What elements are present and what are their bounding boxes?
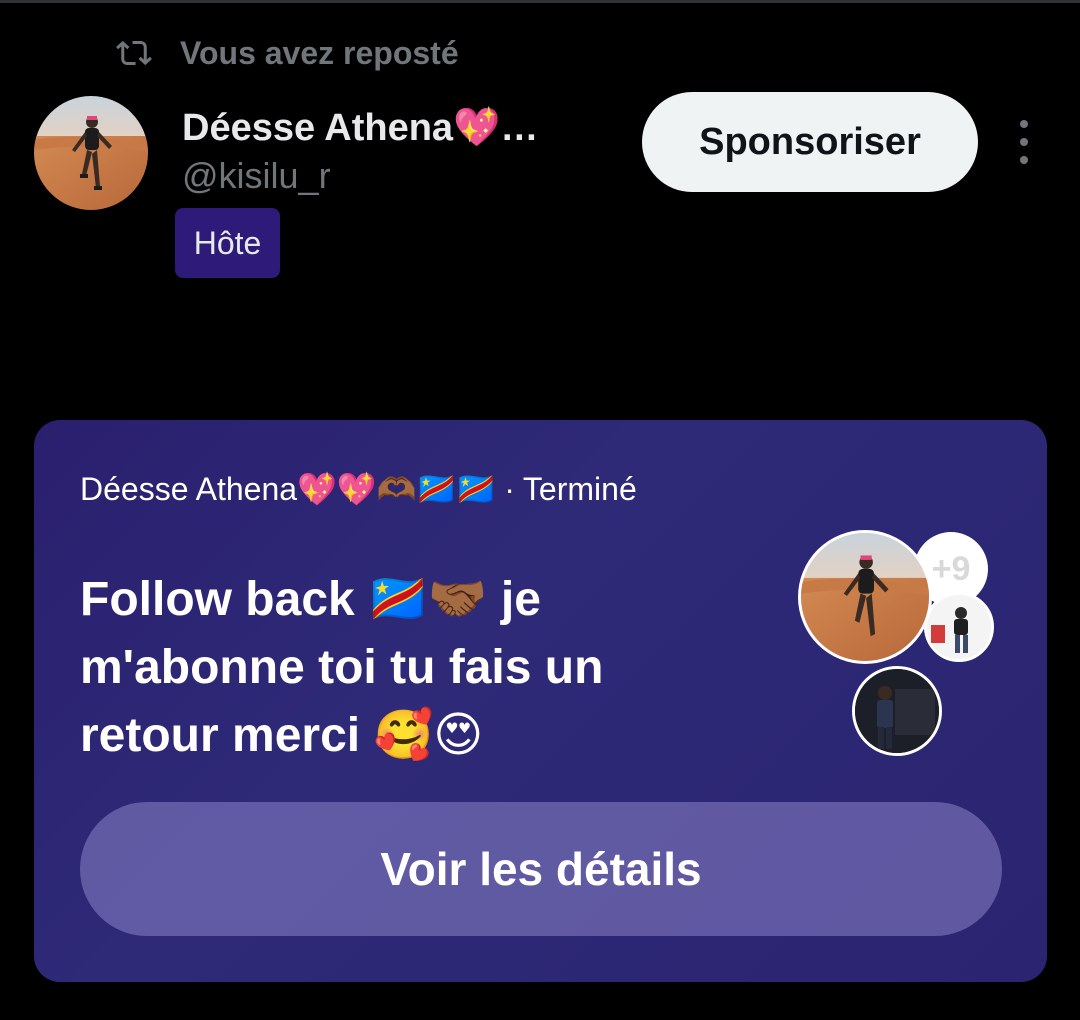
space-title-line-2: m'abonne toi tu fais un [80, 641, 604, 694]
author-info[interactable]: Déesse Athena💖… @kisilu_r [182, 100, 602, 198]
repost-label: Vous avez reposté [180, 34, 459, 71]
space-meta: Déesse Athena💖💖🫶🏾🇨🇩🇨🇩 · Terminé [80, 470, 637, 508]
separator: · [504, 470, 515, 507]
space-title-line-3: retour merci 🥰😍 [80, 709, 484, 762]
space-title: Follow back 🇨🇩🤝🏾 je m'abonne toi tu fais… [80, 566, 700, 770]
author-display-name[interactable]: Déesse Athena💖… [182, 100, 602, 156]
repost-indicator: Vous avez reposté [116, 30, 459, 76]
repost-icon [116, 35, 152, 71]
space-host-name: Déesse Athena💖💖🫶🏾🇨🇩🇨🇩 [80, 471, 497, 507]
avatar[interactable] [34, 96, 148, 210]
host-badge: Hôte [175, 208, 280, 278]
more-vertical-icon[interactable] [1008, 120, 1040, 164]
top-divider [0, 0, 1080, 3]
participant-avatar [852, 666, 942, 756]
participants-stack: +9 [798, 530, 998, 756]
participant-avatar-host [798, 530, 932, 664]
space-card[interactable]: Déesse Athena💖💖🫶🏾🇨🇩🇨🇩 · Terminé Follow b… [34, 420, 1047, 982]
participant-avatar [924, 592, 994, 662]
space-title-line-1: Follow back 🇨🇩🤝🏾 je [80, 573, 541, 626]
view-details-button[interactable]: Voir les détails [80, 802, 1002, 936]
author-handle[interactable]: @kisilu_r [182, 154, 602, 198]
sponsor-button[interactable]: Sponsoriser [642, 92, 978, 192]
space-status: Terminé [522, 470, 637, 507]
